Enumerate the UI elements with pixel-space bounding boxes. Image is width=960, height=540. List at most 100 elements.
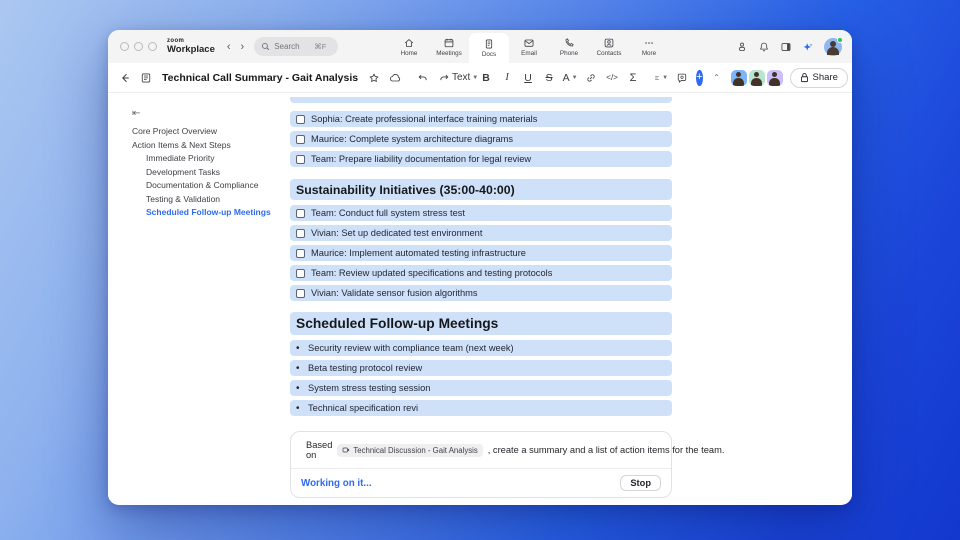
bullet-glyph: • xyxy=(296,362,300,374)
bold-button[interactable]: B xyxy=(479,68,493,88)
section-heading[interactable]: Sustainability Initiatives (35:00-40:00) xyxy=(290,179,672,200)
cloud-icon xyxy=(390,73,401,81)
checkbox[interactable] xyxy=(296,288,305,298)
search-field[interactable] xyxy=(274,42,311,51)
underline-button[interactable]: U xyxy=(521,68,535,88)
sidebar-item-core-project-overview[interactable]: Core Project Overview xyxy=(132,125,290,139)
bullet-item[interactable]: • Security review with compliance team (… xyxy=(290,340,672,356)
user-avatar[interactable] xyxy=(824,36,843,56)
collapse-sidebar-icon[interactable]: ⇤ xyxy=(132,108,140,119)
close-window-button[interactable] xyxy=(120,42,129,51)
outline-sidebar: ⇤ Core Project Overview Action Items & N… xyxy=(108,93,290,504)
chevron-down-icon: ▼ xyxy=(472,74,479,81)
tab-docs[interactable]: Docs xyxy=(469,33,509,63)
forward-icon[interactable]: › xyxy=(241,41,245,53)
comment-button[interactable] xyxy=(675,68,689,88)
tab-home[interactable]: Home xyxy=(389,30,429,63)
checklist-item[interactable]: Maurice: Complete system architecture di… xyxy=(290,131,672,147)
checklist-item[interactable]: Team: Prepare liability documentation fo… xyxy=(290,151,672,167)
comment-icon xyxy=(677,73,687,83)
contacts-icon xyxy=(604,38,614,47)
minimize-window-button[interactable] xyxy=(134,42,143,51)
checkbox[interactable] xyxy=(296,248,305,258)
tab-more[interactable]: More xyxy=(629,30,669,63)
bullet-item[interactable]: • Technical specification revi xyxy=(290,400,672,416)
document-toolbar: Technical Call Summary - Gait Analysis T… xyxy=(108,63,852,93)
code-button[interactable]: </> xyxy=(605,68,619,88)
cloud-sync-button[interactable] xyxy=(388,68,402,88)
checkbox[interactable] xyxy=(296,228,305,238)
section-heading[interactable]: Scheduled Follow-up Meetings xyxy=(290,312,672,335)
link-icon xyxy=(587,73,595,82)
search-input[interactable]: ⌘F xyxy=(254,37,339,56)
favorite-star-button[interactable] xyxy=(367,68,381,88)
clipped-row xyxy=(290,97,672,103)
ai-prompt-prefix: Based on xyxy=(306,440,333,460)
bullet-glyph: • xyxy=(296,342,300,354)
sidebar-item-development-tasks[interactable]: Development Tasks xyxy=(132,166,290,180)
lock-icon xyxy=(800,73,808,83)
collaborator-avatar[interactable] xyxy=(766,69,783,86)
ai-add-button[interactable]: + xyxy=(696,69,703,86)
sidebar-item-documentation-compliance[interactable]: Documentation & Compliance xyxy=(132,179,290,193)
sidebar-item-scheduled-followup-meetings[interactable]: Scheduled Follow-up Meetings xyxy=(132,206,290,220)
align-left-icon xyxy=(655,75,659,80)
tab-email[interactable]: Email xyxy=(509,30,549,63)
titlebar: zoom Workplace ‹ › ⌘F Home Meetings xyxy=(108,30,852,63)
text-color-dropdown[interactable]: A ▼ xyxy=(563,68,578,88)
align-dropdown[interactable]: ▼ xyxy=(654,68,668,88)
side-panel-icon[interactable] xyxy=(780,41,792,53)
sidebar-item-immediate-priority[interactable]: Immediate Priority xyxy=(132,152,290,166)
checklist-item[interactable]: Sophia: Create professional interface tr… xyxy=(290,111,672,127)
collaborator-avatar[interactable] xyxy=(748,69,765,86)
tab-meetings[interactable]: Meetings xyxy=(429,30,469,63)
ai-companion-card: Based on Technical Discussion - Gait Ana… xyxy=(290,431,724,498)
checklist-item[interactable]: Maurice: Implement automated testing inf… xyxy=(290,245,672,261)
redo-button[interactable] xyxy=(437,68,451,88)
video-doc-icon xyxy=(343,447,350,453)
document-body: ⇤ Core Project Overview Action Items & N… xyxy=(108,93,852,504)
bullet-item[interactable]: • Beta testing protocol review xyxy=(290,360,672,376)
calendar-icon xyxy=(444,38,454,47)
share-button[interactable]: Share xyxy=(789,67,848,88)
checklist-item[interactable]: Team: Conduct full system stress test xyxy=(290,205,672,221)
maximize-window-button[interactable] xyxy=(148,42,157,51)
docs-icon xyxy=(485,39,493,49)
bullet-item[interactable]: • System stress testing session xyxy=(290,380,672,396)
document-title[interactable]: Technical Call Summary - Gait Analysis xyxy=(162,72,358,84)
checkbox[interactable] xyxy=(296,114,305,124)
checkbox[interactable] xyxy=(296,268,305,278)
undo-icon xyxy=(418,74,427,80)
collapse-toolbar-button[interactable]: ⌃ xyxy=(710,68,724,88)
redo-icon xyxy=(440,74,449,80)
italic-button[interactable]: I xyxy=(500,68,514,88)
docs-home-button[interactable] xyxy=(139,68,153,88)
source-doc-chip[interactable]: Technical Discussion - Gait Analysis xyxy=(337,443,483,457)
tab-phone[interactable]: Phone xyxy=(549,30,589,63)
collaborator-avatar[interactable] xyxy=(730,69,747,86)
star-icon xyxy=(369,73,379,82)
ai-companion-icon[interactable] xyxy=(802,41,814,53)
profile-icon[interactable] xyxy=(736,41,748,53)
checklist-item[interactable]: Vivian: Set up dedicated test environmen… xyxy=(290,225,672,241)
text-style-dropdown[interactable]: Text ▼ xyxy=(452,68,478,88)
strikethrough-button[interactable]: S xyxy=(542,68,556,88)
checkbox[interactable] xyxy=(296,208,305,218)
checkbox[interactable] xyxy=(296,154,305,164)
sidebar-item-action-items[interactable]: Action Items & Next Steps xyxy=(132,139,290,153)
history-navigation: ‹ › xyxy=(227,41,244,53)
undo-button[interactable] xyxy=(416,68,430,88)
zoom-workplace-logo: zoom Workplace xyxy=(167,38,215,56)
sidebar-item-testing-validation[interactable]: Testing & Validation xyxy=(132,193,290,207)
checkbox[interactable] xyxy=(296,134,305,144)
back-button[interactable] xyxy=(118,68,132,88)
bullet-glyph: • xyxy=(296,402,300,414)
tab-contacts[interactable]: Contacts xyxy=(589,30,629,63)
checklist-item[interactable]: Vivian: Validate sensor fusion algorithm… xyxy=(290,285,672,301)
notifications-bell-icon[interactable] xyxy=(758,41,770,53)
back-icon[interactable]: ‹ xyxy=(227,41,231,53)
checklist-item[interactable]: Team: Review updated specifications and … xyxy=(290,265,672,281)
insert-link-button[interactable] xyxy=(584,68,598,88)
formula-button[interactable]: Σ xyxy=(626,68,640,88)
stop-button[interactable]: Stop xyxy=(620,475,661,491)
